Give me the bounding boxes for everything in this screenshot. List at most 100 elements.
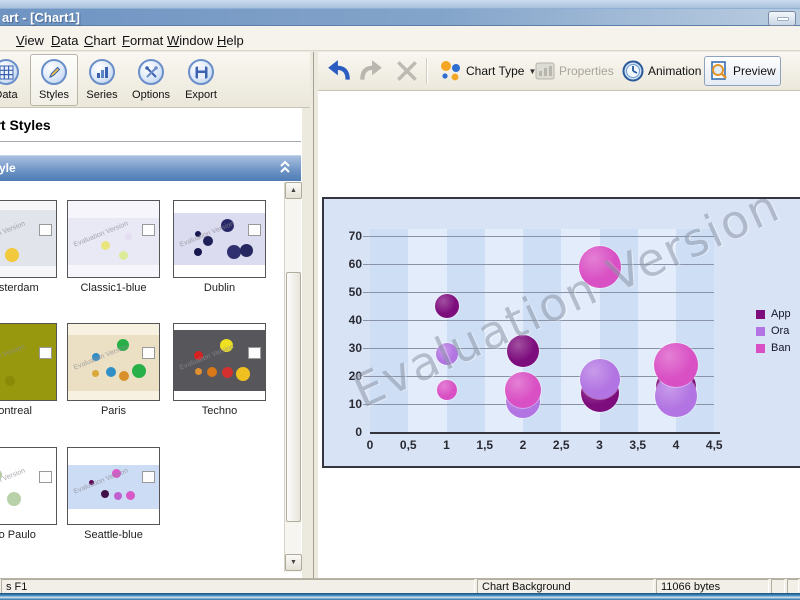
legend-swatch: [756, 343, 765, 353]
bubble-ora-x3[interactable]: [579, 358, 620, 399]
y-axis-tick-label: 0: [355, 425, 362, 439]
thumb-bubble: [126, 490, 136, 500]
scroll-down-icon[interactable]: ▼: [285, 554, 302, 571]
thumb-legend-box: [142, 223, 155, 236]
preview-label: Preview: [733, 64, 776, 78]
window-border-top: [0, 0, 800, 8]
chart-type-button[interactable]: Chart Type ▼: [436, 56, 540, 86]
toolbar-data-button[interactable]: Data: [0, 54, 30, 106]
x-axis-tick-label: 2: [519, 438, 527, 452]
chart-type-icon: [441, 61, 460, 81]
style-thumb-label: Seattle-blue: [84, 529, 143, 541]
menu-chart[interactable]: Chart: [80, 31, 120, 50]
thumb-watermark: Evaluation Version: [0, 343, 27, 372]
toolbar-styles-button[interactable]: Styles: [30, 54, 78, 106]
delete-button[interactable]: [390, 56, 424, 86]
y-axis-tick-label: 40: [348, 313, 362, 327]
bubble-ban-x4[interactable]: [654, 342, 698, 387]
status-bar: s F1 Chart Background 11066 bytes: [0, 578, 800, 594]
undo-button[interactable]: [322, 56, 356, 86]
chart-background[interactable]: 0 10 20 30 40 50 60 70 0 0,5 1 1,5 2 2,5 3 3,5 4 4,5 App Or…: [322, 197, 800, 468]
legend-row: Ora: [756, 325, 789, 337]
thumb-legend-box: [142, 346, 155, 359]
preview-button[interactable]: Preview: [704, 56, 781, 86]
x-axis-tick-label: 3: [596, 438, 603, 452]
menu-format[interactable]: Format: [118, 31, 167, 50]
menu-help[interactable]: Help: [213, 31, 248, 50]
scrollbar-thumb[interactable]: [286, 272, 301, 522]
toolbar-button-label: Data: [0, 89, 18, 101]
x-axis-tick-label: 2,5: [552, 438, 570, 452]
tools-icon: [138, 59, 164, 85]
legend-label: Ban: [771, 342, 791, 354]
style-thumb-label: Classic1-blue: [80, 282, 147, 294]
chart-styles-panel: Chart Styles Style Evaluation Version Ams…: [0, 108, 302, 578]
minimize-icon: [777, 17, 789, 21]
legend-row: App: [756, 308, 791, 320]
thumb-bubble: [131, 363, 146, 378]
toolbar-button-label: Options: [132, 89, 170, 101]
animation-label: Animation: [648, 64, 702, 78]
styles-scrollbar[interactable]: ▲ ▼: [284, 182, 302, 572]
style-thumb-label: Techno: [201, 405, 238, 417]
save-icon: [188, 59, 214, 85]
panel-title: Chart Styles: [0, 117, 51, 133]
style-thumb-amsterdam[interactable]: Evaluation Version: [0, 200, 57, 278]
style-thumb-label: Amsterdam: [0, 282, 39, 294]
style-thumb-techno[interactable]: Evaluation Version: [173, 323, 266, 401]
toolbar-export-button[interactable]: Export: [177, 54, 225, 106]
menu-window[interactable]: Window: [163, 31, 217, 50]
properties-label: Properties: [559, 64, 614, 78]
thumb-bubble: [100, 489, 109, 498]
title-bar[interactable]: art - [Chart1]: [0, 8, 800, 26]
animation-button[interactable]: Animation: [618, 56, 705, 86]
pane-divider[interactable]: [313, 52, 314, 578]
style-thumb-paris[interactable]: Evaluation Version: [67, 323, 160, 401]
status-selection: Chart Background: [477, 579, 654, 594]
properties-icon: [535, 62, 555, 80]
properties-button[interactable]: Properties: [531, 56, 618, 86]
toolbar-button-label: Styles: [39, 89, 69, 101]
style-section-header[interactable]: Style: [0, 155, 301, 181]
thumb-bubble: [194, 368, 202, 376]
collapse-icon[interactable]: [279, 160, 291, 174]
style-section-label: Style: [0, 161, 16, 175]
bubble-app-x1[interactable]: [434, 294, 459, 318]
thumb-legend-box: [39, 470, 52, 483]
thumb-legend-box: [248, 223, 261, 236]
y-axis-tick-label: 50: [348, 285, 362, 299]
undo-icon: [328, 60, 350, 80]
menu-view[interactable]: View: [12, 31, 48, 50]
bubble-ban-x2[interactable]: [505, 372, 541, 408]
thumb-bubble: [222, 366, 234, 378]
thumb-bubble: [5, 375, 16, 386]
scroll-up-icon[interactable]: ▲: [285, 182, 302, 199]
window-border-bottom: [0, 593, 800, 600]
bar-chart-icon: [89, 59, 115, 85]
style-thumb-dublin[interactable]: Evaluation Version: [173, 200, 266, 278]
style-thumb-label: Dublin: [203, 282, 236, 294]
thumb-bubble: [91, 369, 99, 377]
toolbar-series-button[interactable]: Series: [78, 54, 126, 106]
thumb-bubble: [6, 492, 21, 507]
x-axis-line: [370, 432, 721, 434]
redo-icon: [360, 60, 382, 80]
minimize-button[interactable]: [768, 11, 796, 26]
style-thumb-montreal[interactable]: Evaluation Version: [0, 323, 57, 401]
style-thumb-seattle-blue[interactable]: Evaluation Version: [67, 447, 160, 525]
style-thumb-sao-paulo[interactable]: Evaluation Version: [0, 447, 57, 525]
style-thumb-label: Sao Paulo: [0, 529, 36, 541]
toolbar-button-label: Export: [185, 89, 217, 101]
redo-button[interactable]: [354, 56, 388, 86]
animation-icon: [622, 60, 644, 82]
divider: [0, 141, 301, 142]
menu-data[interactable]: Data: [47, 31, 82, 50]
x-axis-tick-label: 4,5: [705, 438, 723, 452]
y-axis-tick-label: 60: [348, 257, 362, 271]
status-cell-1: [771, 579, 785, 594]
chart-toolbar: Chart Type ▼ Properties Animation Previe…: [318, 52, 800, 91]
chart-type-label: Chart Type: [466, 64, 525, 78]
style-thumb-classic1-blue[interactable]: Evaluation Version: [67, 200, 160, 278]
toolbar-options-button[interactable]: Options: [127, 54, 175, 106]
thumb-bubble: [106, 366, 117, 377]
